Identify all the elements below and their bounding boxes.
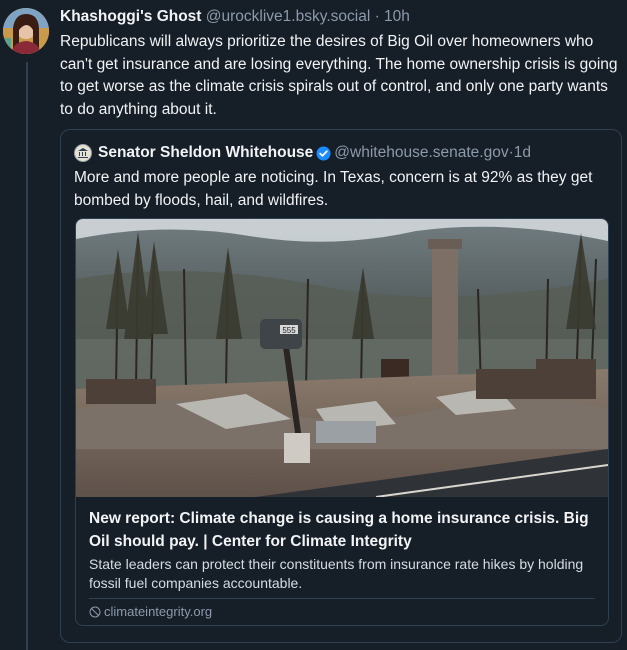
- quote-header: Senator Sheldon Whitehouse @whitehouse.s…: [74, 143, 531, 163]
- post-time[interactable]: 10h: [384, 8, 410, 25]
- author-avatar[interactable]: [3, 8, 49, 54]
- verified-badge-icon: [316, 146, 331, 161]
- quote-author-name[interactable]: Senator Sheldon Whitehouse: [98, 143, 313, 163]
- card-domain-text: climateintegrity.org: [104, 604, 213, 619]
- card-description: State leaders can protect their constitu…: [89, 556, 584, 591]
- post-header: Khashoggi's Ghost @urocklive1.bsky.socia…: [60, 6, 619, 28]
- post-text: Republicans will always prioritize the d…: [60, 33, 618, 118]
- quoted-post[interactable]: Senator Sheldon Whitehouse @whitehouse.s…: [60, 129, 622, 643]
- quote-time[interactable]: 1d: [514, 143, 531, 163]
- author-handle[interactable]: @urocklive1.bsky.social: [206, 8, 370, 25]
- card-divider: [89, 598, 595, 599]
- card-domain[interactable]: climateintegrity.org: [89, 604, 212, 620]
- mailbox-number: 555: [282, 326, 296, 335]
- author-name[interactable]: Khashoggi's Ghost: [60, 8, 201, 25]
- thread-line: [26, 62, 28, 650]
- separator: ·: [370, 8, 385, 25]
- link-card[interactable]: 555 New report: Climate change is causin…: [75, 218, 609, 626]
- post[interactable]: Khashoggi's Ghost @urocklive1.bsky.socia…: [60, 6, 619, 121]
- quote-text: More and more people are noticing. In Te…: [74, 169, 593, 209]
- card-title[interactable]: New report: Climate change is causing a …: [89, 507, 599, 553]
- globe-icon: [89, 606, 101, 618]
- quote-author-handle[interactable]: @whitehouse.senate.gov: [334, 143, 508, 163]
- quote-author-avatar[interactable]: [74, 144, 92, 162]
- card-image[interactable]: 555: [76, 219, 608, 497]
